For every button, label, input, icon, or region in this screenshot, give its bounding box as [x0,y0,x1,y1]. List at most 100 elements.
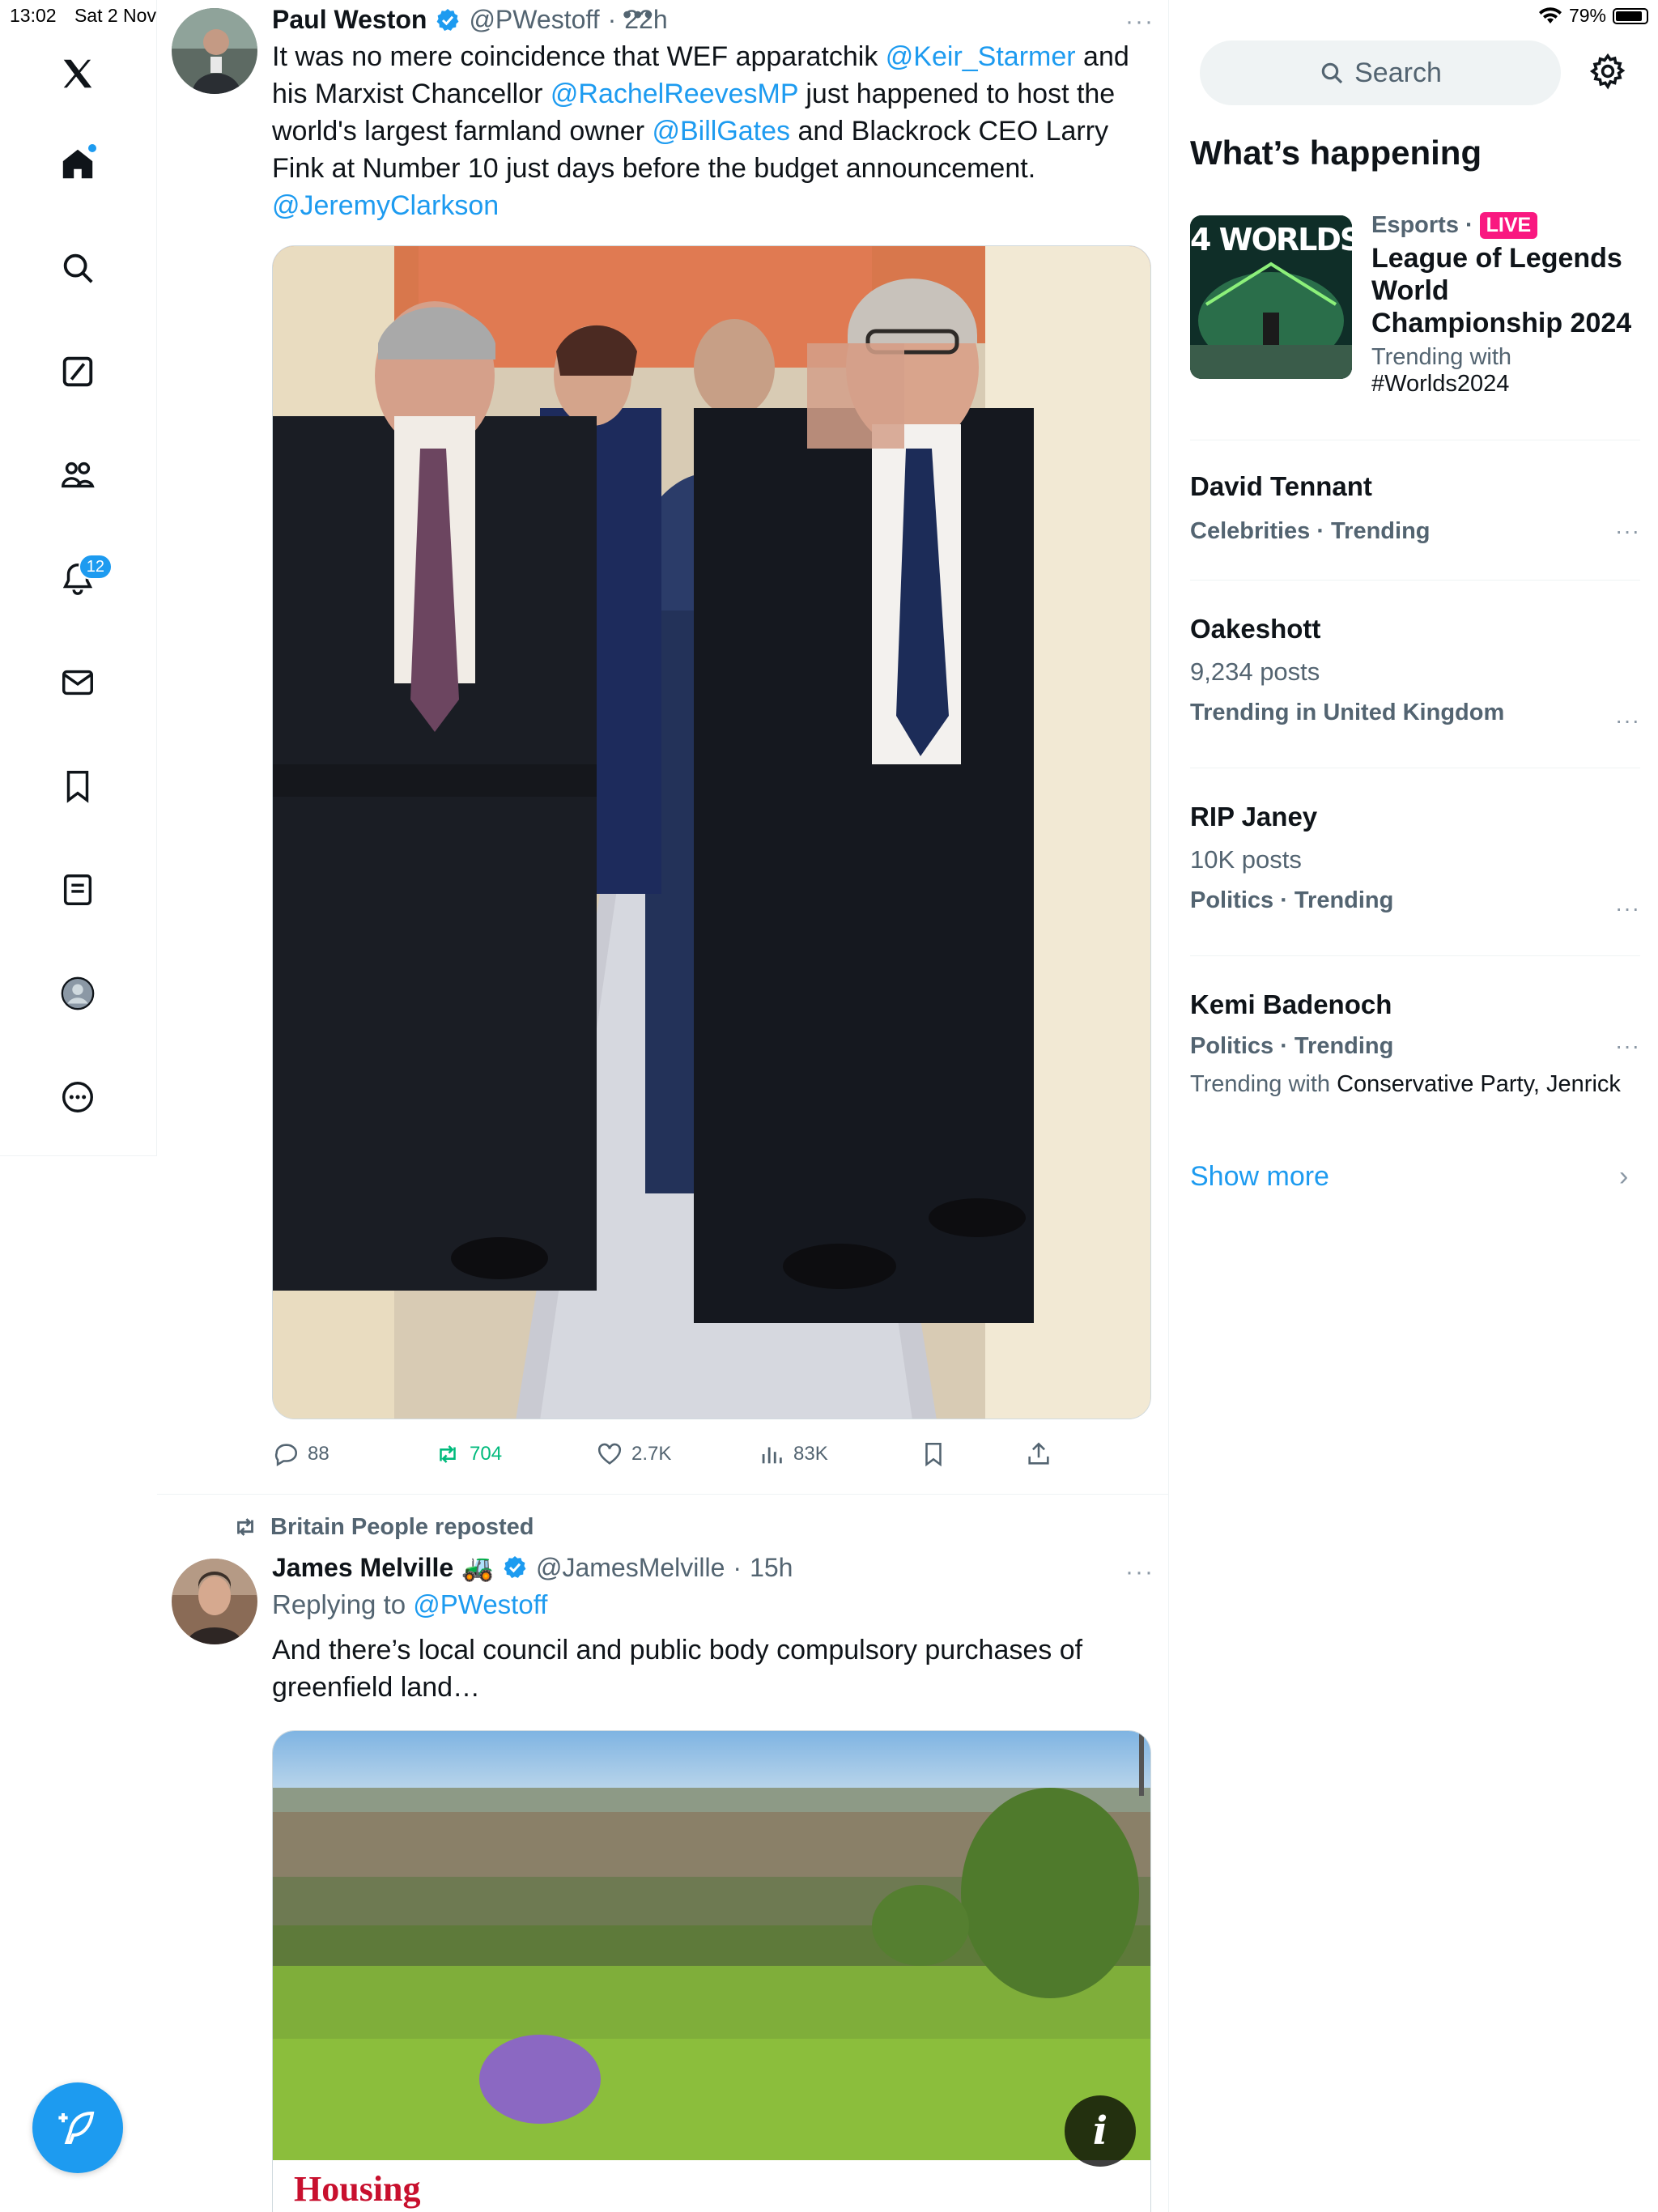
share-icon [1028,1442,1049,1465]
heart-icon [597,1443,622,1465]
post-time[interactable]: 15h [750,1553,793,1583]
replying-to-link[interactable]: @PWestoff [413,1589,547,1619]
featured-trend-image: 4 WORLDS F [1190,215,1352,379]
featured-trend[interactable]: 4 WORLDS F Esports · LIVE League of Lege… [1190,212,1640,423]
trending-with-label: Trending with [1371,344,1512,370]
whats-happening-title: What’s happening [1190,134,1482,172]
author-name[interactable]: Paul Weston [272,5,427,35]
trending-with-topics[interactable]: Conservative Party, Jenrick [1337,1071,1621,1097]
side-nav: 12 [0,0,157,1156]
post-time[interactable]: 22h [624,5,667,35]
reply-icon [274,1444,297,1467]
x-logo-icon[interactable] [51,47,104,100]
tweet-actions: 88 704 2.7K 83K [272,1438,1082,1470]
communities-icon[interactable] [51,449,104,502]
trend-context: Trending in United Kingdom [1190,700,1505,725]
reply-button[interactable]: 88 [272,1440,329,1468]
trending-with: Trending with Conservative Party, Jenric… [1190,1071,1640,1098]
repost-button[interactable]: 704 [434,1440,502,1468]
tweet-more-icon[interactable]: ··· [1125,8,1154,36]
messages-icon[interactable] [51,656,104,709]
trend-more-icon[interactable]: ··· [1615,518,1640,544]
bookmarks-icon[interactable] [51,759,104,813]
home-unread-dot [87,143,98,154]
featured-image-text: 4 WORLDS F [1190,222,1352,257]
timeline: ••• Paul Weston @PWestoff · 22h It was n… [157,0,1169,2212]
show-more-link[interactable]: Show more [1190,1161,1329,1193]
home-icon[interactable] [51,138,104,191]
verified-badge-icon [504,1556,526,1579]
status-bar-right: 79% [1538,5,1648,27]
settings-gear-icon[interactable] [1588,52,1627,91]
trending-with-label: Trending with [1190,1071,1337,1097]
tweet-photo[interactable] [272,245,1151,1419]
trend-item[interactable]: RIP Janey 10K posts Politics · Trending … [1190,802,1640,921]
trend-name: Oakeshott [1190,614,1321,644]
avatar[interactable] [172,8,257,94]
compose-post-button[interactable] [32,2082,123,2173]
trend-name: David Tennant [1190,471,1372,501]
trend-context: Politics · Trending [1190,887,1394,913]
reply-count: 88 [308,1443,329,1465]
mention-link[interactable]: @JeremyClarkson [272,190,499,221]
tweet-header: James Melville 🚜 @JamesMelville · 15h [272,1552,793,1583]
trend-more-icon[interactable]: ··· [1615,895,1640,921]
replying-prefix: Replying to [272,1589,414,1619]
link-card[interactable]: i Housing [272,1730,1151,2212]
avatar[interactable] [172,1559,257,1644]
views-button[interactable]: 83K [758,1440,828,1468]
repost-label[interactable]: Britain People reposted [270,1514,534,1541]
bookmark-button[interactable] [920,1440,947,1468]
trend-name: Kemi Badenoch [1190,989,1392,1019]
search-icon[interactable] [51,241,104,295]
search-icon [1321,62,1343,84]
trend-post-count: 10K posts [1190,845,1302,874]
chevron-right-icon[interactable]: › [1619,1161,1628,1193]
grok-icon[interactable] [51,345,104,398]
trend-name: RIP Janey [1190,802,1318,832]
info-icon[interactable]: i [1065,2095,1136,2167]
trend-more-icon[interactable]: ··· [1615,708,1640,734]
more-options-icon[interactable] [51,1070,104,1124]
search-placeholder: Search [1354,57,1442,88]
divider [1190,580,1640,581]
bookmark-icon [925,1442,942,1467]
author-handle[interactable]: @JamesMelville [536,1553,725,1583]
repost-icon [440,1445,456,1463]
tweet-paul-weston[interactable]: ••• Paul Weston @PWestoff · 22h It was n… [157,0,1169,1495]
landscape-photo [273,1731,1150,2160]
like-count: 2.7K [631,1443,672,1465]
mention-link[interactable]: @RachelReevesMP [551,79,798,109]
notifications-badge: 12 [78,554,113,580]
repost-icon [237,1518,253,1536]
author-name[interactable]: James Melville [272,1553,453,1583]
views-count: 83K [793,1443,828,1465]
trend-item[interactable]: Kemi Badenoch Politics · Trending Trendi… [1190,989,1640,1098]
featured-trend-title: League of Legends World Championship 202… [1371,243,1632,338]
like-button[interactable]: 2.7K [596,1440,671,1468]
mention-link[interactable]: @Keir_Starmer [886,41,1076,72]
notifications-icon[interactable]: 12 [51,552,113,606]
trend-more-icon[interactable]: ··· [1615,1033,1640,1059]
views-chart-icon [762,1447,782,1464]
tweet-text: It was no mere coincidence that WEF appa… [272,38,1154,224]
tractor-emoji: 🚜 [461,1553,494,1582]
trending-hashtag[interactable]: #Worlds2024 [1371,371,1647,398]
search-input[interactable]: Search [1200,40,1561,105]
battery-icon [1613,7,1648,24]
tweet-james-melville[interactable]: Britain People reposted James Melville 🚜… [157,1495,1169,2212]
repost-count: 704 [470,1443,503,1465]
repost-context: Britain People reposted [232,1513,534,1541]
tweet-header: Paul Weston @PWestoff · 22h [272,5,668,35]
mention-link[interactable]: @BillGates [652,116,790,147]
tweet-more-icon[interactable]: ··· [1125,1559,1154,1586]
lists-icon[interactable] [51,863,104,917]
author-handle[interactable]: @PWestoff [469,5,599,35]
share-button[interactable] [1025,1440,1052,1468]
profile-avatar-icon[interactable] [51,967,104,1020]
battery-percent: 79% [1568,5,1606,26]
feather-plus-icon [58,2111,95,2145]
trend-context: Politics · Trending [1190,1033,1394,1059]
trend-item[interactable]: David Tennant Celebrities · Trending ··· [1190,471,1640,545]
trend-item[interactable]: Oakeshott 9,234 posts Trending in United… [1190,614,1640,733]
